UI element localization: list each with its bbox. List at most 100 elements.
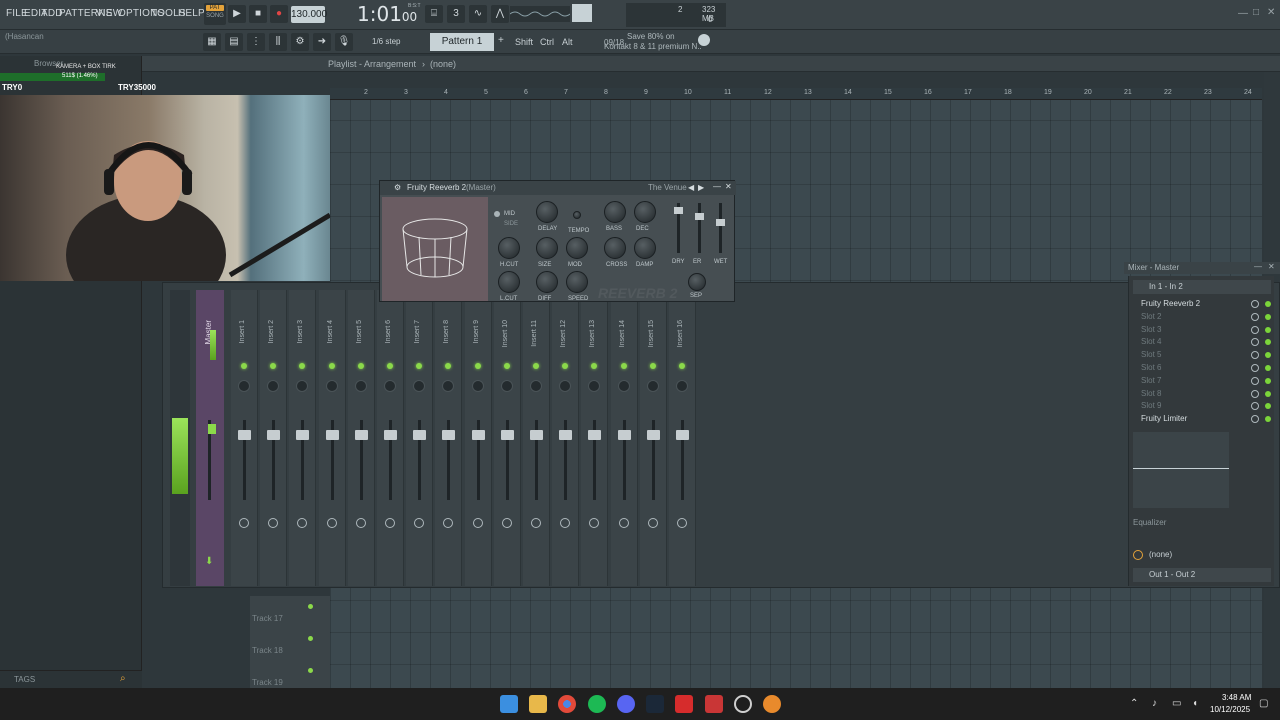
master-volume-icon[interactable] <box>572 4 592 22</box>
insert-pan-knob[interactable] <box>530 380 542 392</box>
insert-enable-led[interactable] <box>270 363 277 369</box>
insert-pan-knob[interactable] <box>384 380 396 392</box>
spotify-icon[interactable] <box>588 695 606 713</box>
mixer-strip-insert[interactable]: Insert 10 <box>493 290 521 586</box>
insert-pan-knob[interactable] <box>296 380 309 392</box>
app-circle-icon[interactable] <box>734 695 752 713</box>
reverb-knob[interactable] <box>498 237 520 259</box>
mixer-strip-insert[interactable]: Insert 7 <box>406 290 434 586</box>
insert-pan-knob[interactable] <box>238 380 250 392</box>
insert-route-knob[interactable] <box>560 518 571 528</box>
effect-slot[interactable]: Slot 7 <box>1133 375 1271 387</box>
slot-mix-knob[interactable] <box>1251 325 1259 334</box>
add-pattern-icon[interactable]: + <box>498 35 504 46</box>
reverb-knob[interactable] <box>604 237 626 259</box>
insert-pan-knob[interactable] <box>471 380 484 392</box>
insert-route-knob[interactable] <box>531 518 541 528</box>
track-led[interactable] <box>308 668 313 673</box>
reverb-knob[interactable] <box>498 271 520 293</box>
track-label[interactable]: Track 17 <box>252 614 283 623</box>
fl-studio-icon[interactable] <box>763 695 781 713</box>
insert-fader[interactable] <box>296 430 310 440</box>
reverb-knob[interactable] <box>536 237 558 259</box>
mic-icon[interactable]: 🎙 <box>335 33 353 51</box>
reverb-knob[interactable] <box>634 201 656 223</box>
slot-enable-led[interactable] <box>1265 377 1271 384</box>
plugin-picker-icon[interactable]: ⚙ <box>291 33 309 51</box>
insert-route-knob[interactable] <box>589 518 600 528</box>
mixer-strip-insert[interactable]: Insert 12 <box>552 290 580 586</box>
online-icon[interactable] <box>698 34 710 46</box>
insert-route-knob[interactable] <box>472 518 483 528</box>
slot-enable-led[interactable] <box>1265 365 1271 371</box>
insert-route-knob[interactable] <box>647 518 658 528</box>
preset-name[interactable]: The Venue <box>648 183 687 192</box>
insert-enable-led[interactable] <box>241 363 247 369</box>
master-send-arrow-icon[interactable]: ⬇ <box>205 556 213 567</box>
none-selector[interactable]: (none) <box>1133 548 1271 562</box>
clock-time[interactable]: 3:48 AM <box>1222 693 1251 702</box>
insert-route-knob[interactable] <box>239 518 249 528</box>
mixer-strip-insert[interactable]: Insert 6 <box>377 290 404 586</box>
playlist-ruler[interactable]: 2 3 4 5 6 7 8 9 10 11 12 13 14 15 16 17 18 19 20 21 22 23 24 <box>330 88 1262 100</box>
tray-chevron-icon[interactable]: ⌃ <box>1130 698 1138 709</box>
insert-fader[interactable] <box>676 430 689 440</box>
insert-pan-knob[interactable] <box>413 380 426 392</box>
slot-mix-knob[interactable] <box>1251 402 1259 411</box>
mixer-strip-insert[interactable]: Insert 4 <box>318 290 346 586</box>
insert-enable-led[interactable] <box>562 363 569 369</box>
slot-mix-knob[interactable] <box>1251 376 1259 385</box>
reverb-fader[interactable] <box>674 207 683 214</box>
pattern-selector[interactable]: Pattern 1 <box>430 33 494 51</box>
slot-enable-led[interactable] <box>1265 403 1271 410</box>
mixer-strip-insert[interactable]: Insert 1 <box>231 290 258 586</box>
mixer-strip-insert[interactable]: Insert 2 <box>260 290 288 586</box>
mixer-minimize-icon[interactable]: — <box>1254 262 1262 271</box>
insert-route-knob[interactable] <box>385 518 395 528</box>
window-close-icon[interactable]: ✕ <box>1267 7 1275 18</box>
next-preset-icon[interactable]: ▶ <box>698 183 704 192</box>
file-explorer-icon[interactable] <box>529 695 547 713</box>
master-fader[interactable] <box>208 424 216 434</box>
insert-fader[interactable] <box>530 430 543 440</box>
reverb-fader[interactable] <box>695 213 704 220</box>
input-selector[interactable]: In 1 - In 2 <box>1133 280 1271 294</box>
slot-mix-knob[interactable] <box>1251 415 1259 424</box>
effect-slot[interactable]: Fruity Limiter <box>1133 413 1271 425</box>
discord-icon[interactable] <box>617 695 635 713</box>
search-icon[interactable]: ⌕ <box>120 673 126 684</box>
mixer-icon[interactable]: ⫼ <box>269 33 287 51</box>
insert-fader[interactable] <box>413 430 427 440</box>
insert-fader[interactable] <box>442 430 456 440</box>
mixer-strip-insert[interactable]: Insert 5 <box>347 290 375 586</box>
insert-fader[interactable] <box>559 430 573 440</box>
insert-pan-knob[interactable] <box>617 380 630 392</box>
chrome-icon[interactable] <box>558 695 576 713</box>
insert-route-knob[interactable] <box>326 518 337 528</box>
insert-route-knob[interactable] <box>618 518 629 528</box>
insert-route-knob[interactable] <box>268 518 279 528</box>
insert-fader[interactable] <box>646 430 660 440</box>
slot-mix-knob[interactable] <box>1251 389 1259 398</box>
mixer-strip-insert[interactable]: Insert 3 <box>289 290 317 586</box>
insert-route-knob[interactable] <box>355 518 366 528</box>
stop-button[interactable]: ■ <box>249 5 267 23</box>
slot-enable-led[interactable] <box>1265 416 1271 423</box>
shift-key[interactable]: Shift <box>515 37 533 47</box>
insert-fader[interactable] <box>267 430 281 440</box>
reverb-knob[interactable] <box>573 211 581 219</box>
app-audio-icon[interactable] <box>705 695 723 713</box>
alt-key[interactable]: Alt <box>562 37 573 47</box>
mixer-strip-insert[interactable]: Insert 16 <box>669 290 696 586</box>
effect-slot[interactable]: Slot 9 <box>1133 400 1271 412</box>
insert-fader[interactable] <box>471 430 485 440</box>
reverb-fader[interactable] <box>716 219 725 226</box>
reverb-knob[interactable] <box>566 271 588 293</box>
app-red-icon[interactable] <box>675 695 693 713</box>
reverb-sep-knob[interactable] <box>688 273 706 291</box>
insert-route-knob[interactable] <box>443 518 454 528</box>
insert-enable-led[interactable] <box>445 363 452 369</box>
channel-rack-icon[interactable]: ⋮ <box>247 33 265 51</box>
insert-pan-knob[interactable] <box>325 380 338 392</box>
clock-date[interactable]: 10/12/2025 <box>1210 705 1250 714</box>
